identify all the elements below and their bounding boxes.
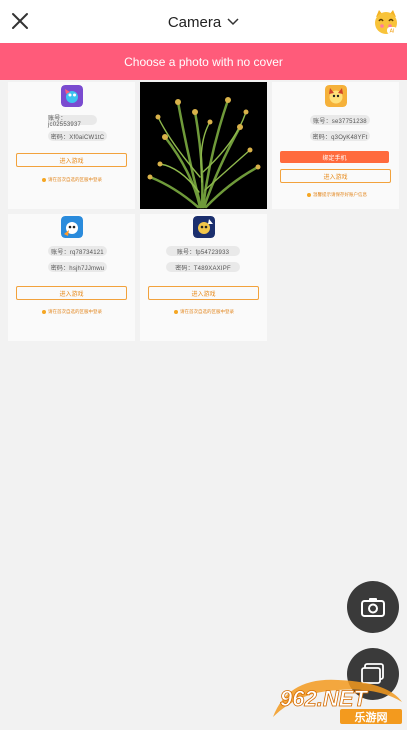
tip-note: 温馨提示请保存好账户信息 <box>307 192 367 198</box>
account-field: 账号：jc02553937 <box>48 115 97 128</box>
ai-cat-button[interactable]: AI <box>373 9 399 35</box>
tip-text: 温馨提示请保存好账户信息 <box>313 192 367 197</box>
game-avatar-icon <box>60 216 83 238</box>
password-field: 密码：T489XAXIPF <box>166 262 240 272</box>
photo-tile[interactable] <box>140 82 267 209</box>
photo-tile[interactable]: 账号：se37751238 密码：q3OyK48YFt 绑定手机 进入游戏 温馨… <box>272 82 399 209</box>
chevron-down-icon <box>227 18 239 26</box>
bind-phone-button[interactable]: 绑定手机 <box>280 151 389 163</box>
photo-grid: 账号：jc02553937 密码：Xf0aiCW1tC 进入游戏 请在首次自选的… <box>8 82 400 342</box>
open-game-button[interactable]: 进入游戏 <box>16 153 127 167</box>
camera-icon <box>361 598 385 617</box>
no-cover-banner: Choose a photo with no cover <box>0 43 407 80</box>
password-field: 密码：q3OyK48YFt <box>310 131 370 141</box>
game-avatar-icon <box>324 85 347 107</box>
watermark-logo-text: 962.NET <box>280 686 368 711</box>
site-logo-icon: 962.NET 乐游网 <box>273 679 402 724</box>
account-field: 账号：se37751238 <box>310 115 370 125</box>
cat-face-icon: AI <box>375 10 397 35</box>
tip-icon <box>307 193 311 197</box>
banner-text: Choose a photo with no cover <box>124 54 283 69</box>
game-avatar-icon <box>192 216 215 238</box>
tip-text: 请在首次自选的区服中登录 <box>180 309 234 314</box>
tip-icon <box>42 178 46 182</box>
open-game-button[interactable]: 进入游戏 <box>148 286 259 300</box>
open-game-button[interactable]: 进入游戏 <box>16 286 127 300</box>
watermark-logo: 962.NET 乐游网 <box>268 672 407 725</box>
tip-note: 请在首次自选的区服中登录 <box>42 309 102 315</box>
photo-tile[interactable]: 账号：jc02553937 密码：Xf0aiCW1tC 进入游戏 请在首次自选的… <box>8 82 135 209</box>
photo-tile[interactable]: 账号：fp54723933 密码：T489XAXIPF 进入游戏 请在首次自选的… <box>140 214 267 341</box>
account-field: 账号：fp54723933 <box>166 246 240 256</box>
tip-icon <box>174 310 178 314</box>
game-avatar-icon <box>60 85 83 107</box>
open-game-button[interactable]: 进入游戏 <box>280 169 391 183</box>
account-field: 账号：rq78734121 <box>48 246 107 256</box>
tip-text: 请在首次自选的区服中登录 <box>48 309 102 314</box>
tip-icon <box>42 310 46 314</box>
album-title: Camera <box>167 13 222 31</box>
tip-text: 请在首次自选的区服中登录 <box>48 177 102 182</box>
password-field: 密码：hsjh7JJmwu <box>48 262 107 272</box>
password-field: 密码：Xf0aiCW1tC <box>48 131 107 141</box>
tip-note: 请在首次自选的区服中登录 <box>42 177 102 183</box>
plant-photo <box>140 82 267 209</box>
tip-note: 请在首次自选的区服中登录 <box>174 309 234 315</box>
album-selector[interactable]: Camera <box>0 11 407 33</box>
watermark-subtext: 乐游网 <box>355 710 388 724</box>
camera-button[interactable] <box>347 581 399 633</box>
svg-text:AI: AI <box>390 29 395 35</box>
photo-tile[interactable]: 账号：rq78734121 密码：hsjh7JJmwu 进入游戏 请在首次自选的… <box>8 214 135 341</box>
top-bar: Camera AI <box>0 0 407 43</box>
